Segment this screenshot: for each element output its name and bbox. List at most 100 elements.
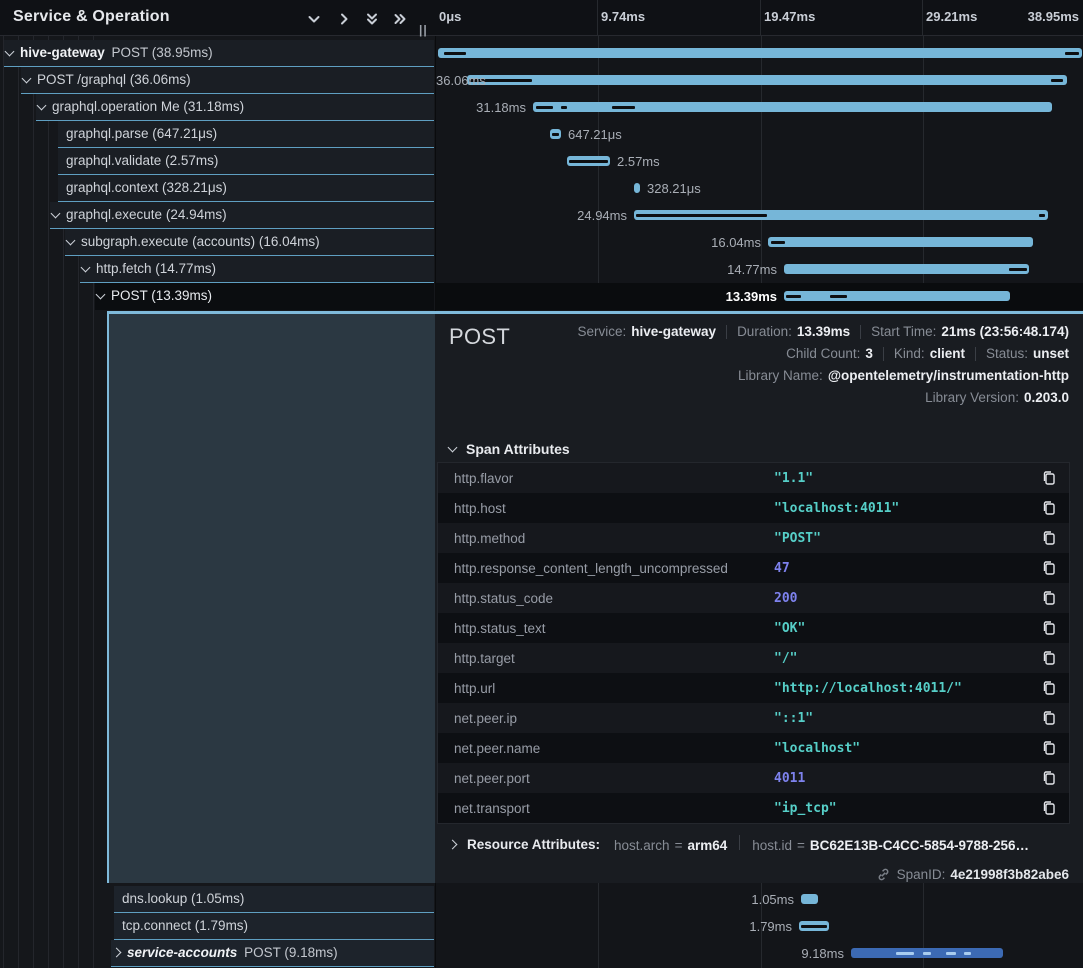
span-duration-bar[interactable] [634,183,640,193]
chevron-down-icon[interactable] [304,9,324,29]
chevron-down-icon[interactable] [22,74,32,84]
attribute-row: net.peer.name"localhost" [438,733,1069,763]
attribute-row: http.status_code200 [438,583,1069,613]
span-tree-row[interactable]: dns.lookup (1.05ms) [114,886,434,913]
span-id-row: SpanID: 4e21998f3b82abe6 [876,862,1069,886]
span-duration-bar[interactable] [550,129,561,139]
span-tree-row-label: POST (13.39ms) [111,283,212,309]
chevron-right-icon[interactable] [334,9,354,29]
span-tree-row[interactable]: POST /graphql (36.06ms) [21,67,434,94]
copy-icon[interactable] [1041,680,1057,696]
resource-equals: = [675,838,683,853]
child-span-mark [946,952,956,955]
copy-icon[interactable] [1041,590,1057,606]
meta-separator [975,347,976,361]
span-duration-label: 14.77ms [436,256,777,283]
span-duration-bar[interactable] [567,156,610,166]
attribute-value: "localhost" [774,741,860,756]
meta-value: 3 [865,343,873,365]
span-detail-panel: POST Service:hive-gatewayDuration:13.39m… [435,311,1083,883]
span-duration-bar[interactable] [784,291,1010,301]
span-duration-bar[interactable] [634,210,1048,220]
copy-icon[interactable] [1041,470,1057,486]
child-span-mark [1039,214,1045,217]
timeline-row: 14.77ms [436,256,1083,283]
attribute-key: http.flavor [454,471,513,486]
span-tree-row[interactable]: graphql.execute (24.94ms) [50,202,434,229]
copy-icon[interactable] [1041,770,1057,786]
child-span-mark [444,52,466,55]
meta-label: Service: [577,321,626,343]
resource-key: host.id [752,838,792,853]
span-tree-row[interactable]: tcp.connect (1.79ms) [114,913,434,940]
attribute-row: http.response_content_length_uncompresse… [438,553,1069,583]
chevron-down-icon[interactable] [96,290,106,300]
attribute-row: net.peer.port4011 [438,763,1069,793]
chevron-down-icon[interactable] [37,101,47,111]
attribute-row: http.method"POST" [438,523,1069,553]
span-duration-bar[interactable] [801,894,818,904]
resource-separator [739,835,740,850]
ruler-gridline [922,0,923,36]
span-duration-bar[interactable] [799,921,829,931]
meta-label: Duration: [737,321,792,343]
attribute-row: http.host"localhost:4011" [438,493,1069,523]
span-id-label: SpanID: [897,867,946,882]
span-tree-row[interactable]: graphql.context (328.21μs) [58,175,434,202]
span-tree-row[interactable]: graphql.parse (647.21μs) [58,121,434,148]
chevron-down-icon[interactable] [81,263,91,273]
chevron-right-icon[interactable] [112,948,122,958]
double-chevron-down-icon[interactable] [362,9,382,29]
child-span-mark [552,133,559,136]
attribute-key: net.transport [454,801,530,816]
span-tree-row[interactable]: POST (13.39ms) [95,283,434,310]
span-attributes-toggle[interactable]: Span Attributes [449,441,570,457]
link-icon[interactable] [876,867,891,882]
resource-key: host.arch [614,838,670,853]
span-tree-row[interactable]: subgraph.execute (accounts) (16.04ms) [65,229,434,256]
attribute-key: http.response_content_length_uncompresse… [454,561,728,576]
copy-icon[interactable] [1041,620,1057,636]
meta-value: client [930,343,965,365]
chevron-down-icon[interactable] [51,209,61,219]
chevron-down-icon[interactable] [5,47,15,57]
span-duration-bar[interactable] [784,264,1029,274]
copy-icon[interactable] [1041,740,1057,756]
span-duration-bar[interactable] [533,102,1052,112]
span-tree-row[interactable]: service-accounts POST (9.18ms) [111,940,434,967]
copy-icon[interactable] [1041,650,1057,666]
span-tree-row-label: dns.lookup (1.05ms) [122,886,244,912]
copy-icon[interactable] [1041,500,1057,516]
attribute-value: 200 [774,591,797,606]
span-duration-label: 1.79ms [436,913,792,940]
double-chevron-right-icon[interactable] [390,9,410,29]
meta-separator [883,347,884,361]
span-tree-row-label: graphql.parse (647.21μs) [66,121,217,147]
span-duration-label: 647.21μs [568,121,622,148]
meta-value: 0.203.0 [1024,387,1069,409]
span-tree-row[interactable]: http.fetch (14.77ms) [80,256,434,283]
selected-span-detail-spacer [107,311,435,883]
span-duration-bar[interactable] [438,48,1082,58]
span-tree-row-label: http.fetch (14.77ms) [96,256,216,282]
child-span-mark [923,952,931,955]
indent-guide [18,36,19,968]
span-duration-bar[interactable] [851,948,1003,958]
meta-label: Kind: [894,343,925,365]
span-tree-row[interactable]: graphql.validate (2.57ms) [58,148,434,175]
panel-resize-handle[interactable]: || [419,23,433,37]
timeline-row: 24.94ms [436,202,1083,229]
copy-icon[interactable] [1041,710,1057,726]
resource-attributes-toggle[interactable]: Resource Attributes: host.arch=arm64host… [449,831,1029,857]
span-duration-bar[interactable] [467,75,1067,85]
span-meta-line: Library Name:@opentelemetry/instrumentat… [577,365,1069,387]
copy-icon[interactable] [1041,560,1057,576]
span-duration-bar[interactable] [768,237,1033,247]
span-duration-label: 24.94ms [436,202,627,229]
copy-icon[interactable] [1041,530,1057,546]
chevron-down-icon[interactable] [66,236,76,246]
span-tree-row[interactable]: graphql.operation Me (31.18ms) [36,94,434,121]
copy-icon[interactable] [1041,800,1057,816]
span-tree-row[interactable]: hive-gateway POST (38.95ms) [4,40,434,67]
timeline-row: 16.04ms [436,229,1083,256]
